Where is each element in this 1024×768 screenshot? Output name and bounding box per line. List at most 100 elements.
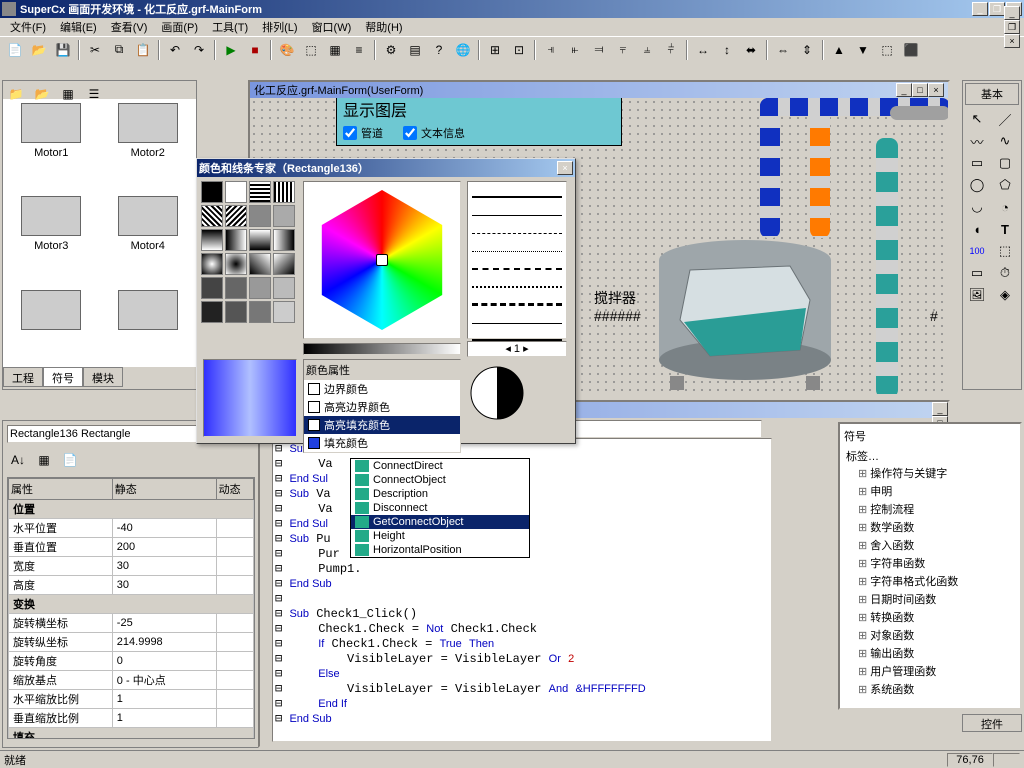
tb-align-left[interactable]: ⫣ — [540, 39, 562, 61]
intelli-item[interactable]: HorizontalPosition — [351, 543, 529, 557]
attr-hl-border-color[interactable]: 高亮边界颜色 — [304, 398, 460, 416]
intellisense-popup[interactable]: ConnectDirectConnectObjectDescriptionDis… — [350, 458, 530, 558]
pattern-swatch[interactable] — [249, 181, 271, 203]
pattern-swatch[interactable] — [273, 181, 295, 203]
pattern-swatch[interactable] — [225, 253, 247, 275]
pattern-swatch[interactable] — [225, 205, 247, 227]
tb-align-bot[interactable]: ⫩ — [660, 39, 682, 61]
tb-misc1[interactable]: ⬚ — [300, 39, 322, 61]
tool-polygon[interactable]: ⬠ — [993, 175, 1017, 195]
symbol-motor2[interactable]: Motor2 — [104, 103, 193, 188]
tool-pointer[interactable]: ↖ — [965, 109, 989, 129]
intelli-item[interactable]: GetConnectObject — [351, 515, 529, 529]
menu-window[interactable]: 窗口(W) — [306, 18, 358, 36]
cb-pipe[interactable]: 管道 — [343, 125, 383, 141]
pattern-swatch[interactable] — [273, 301, 295, 323]
tools-tab-basic[interactable]: 基本 — [965, 83, 1019, 105]
tool-pie[interactable]: ◔ — [993, 197, 1017, 217]
pattern-swatch[interactable] — [249, 229, 271, 251]
prop-page[interactable]: 📄 — [59, 449, 81, 471]
menu-view[interactable]: 查看(V) — [105, 18, 154, 36]
tool-button[interactable]: ▭ — [965, 263, 989, 283]
tb-cut[interactable]: ✂ — [84, 39, 106, 61]
pipe-teal-v[interactable] — [876, 138, 898, 394]
symbol-motor4[interactable]: Motor4 — [104, 196, 193, 281]
tool-text[interactable]: T — [993, 219, 1017, 239]
tool-rect[interactable]: ▭ — [965, 153, 989, 173]
pattern-swatch[interactable] — [249, 253, 271, 275]
lib-btn-4[interactable]: ☰ — [83, 83, 105, 105]
tree-node[interactable]: 舍入函数 — [844, 536, 1016, 554]
pattern-swatch[interactable] — [249, 205, 271, 227]
tree-node[interactable]: 操作符与关键字 — [844, 464, 1016, 482]
tb-copy[interactable]: ⧉ — [108, 39, 130, 61]
attr-border-color[interactable]: 边界颜色 — [304, 380, 460, 398]
restore-button[interactable]: ❐ — [989, 2, 1005, 16]
intelli-item[interactable]: Disconnect — [351, 501, 529, 515]
lib-btn-2[interactable]: 📂 — [31, 83, 53, 105]
pattern-swatch[interactable] — [225, 301, 247, 323]
symbol-motor1[interactable]: Motor1 — [7, 103, 96, 188]
tb-stop[interactable]: ■ — [244, 39, 266, 61]
pattern-swatch[interactable] — [249, 277, 271, 299]
tree-root[interactable]: 标签… — [844, 448, 1016, 464]
tree-node[interactable]: 字符串格式化函数 — [844, 572, 1016, 590]
tb-anim[interactable]: ⚙ — [380, 39, 402, 61]
tree-node[interactable]: 数学函数 — [844, 518, 1016, 536]
dialog-close[interactable]: × — [557, 161, 573, 175]
tb-same-w[interactable]: ↔ — [692, 39, 714, 61]
pattern-swatch[interactable] — [225, 229, 247, 251]
tb-color[interactable]: 🎨 — [276, 39, 298, 61]
tool-ole[interactable]: ◈ — [993, 285, 1017, 305]
tb-same-size[interactable]: ⬌ — [740, 39, 762, 61]
color-hexagon[interactable] — [303, 181, 461, 339]
pattern-swatch[interactable] — [273, 205, 295, 227]
tree-node[interactable]: 系统函数 — [844, 680, 1016, 698]
menu-help[interactable]: 帮助(H) — [359, 18, 408, 36]
lib-btn-1[interactable]: 📁 — [5, 83, 27, 105]
tb-undo[interactable]: ↶ — [164, 39, 186, 61]
tb-redo[interactable]: ↷ — [188, 39, 210, 61]
tb-new[interactable]: 📄 — [4, 39, 26, 61]
tb-align-mid[interactable]: ⫨ — [636, 39, 658, 61]
tb-vspace[interactable]: ⇕ — [796, 39, 818, 61]
tree-node[interactable]: 用户管理函数 — [844, 662, 1016, 680]
tree-node[interactable]: 转换函数 — [844, 608, 1016, 626]
mdi-close-button[interactable]: × — [1004, 34, 1020, 48]
tb-save[interactable]: 💾 — [52, 39, 74, 61]
prop-sort[interactable]: A↓ — [7, 449, 29, 471]
tool-roundrect[interactable]: ▢ — [993, 153, 1017, 173]
tab-symbol[interactable]: 符号 — [43, 367, 83, 387]
canvas-min[interactable]: _ — [896, 83, 912, 97]
pattern-swatch[interactable] — [201, 181, 223, 203]
pattern-swatch[interactable] — [201, 301, 223, 323]
tb-run[interactable]: ▶ — [220, 39, 242, 61]
controls-tab[interactable]: 控件 — [962, 714, 1022, 732]
tb-align-right[interactable]: ⫤ — [588, 39, 610, 61]
minimize-button[interactable]: _ — [972, 2, 988, 16]
mixer-tank[interactable] — [650, 230, 840, 370]
cat-position[interactable]: 位置 — [9, 500, 254, 519]
pattern-swatch[interactable] — [225, 277, 247, 299]
cb-text[interactable]: 文本信息 — [403, 125, 465, 141]
pattern-swatch[interactable] — [225, 181, 247, 203]
intelli-item[interactable]: ConnectObject — [351, 473, 529, 487]
symbol-6[interactable] — [104, 290, 193, 363]
tb-align-top[interactable]: ⫧ — [612, 39, 634, 61]
attr-fill-color[interactable]: 填充颜色 — [304, 434, 460, 452]
tool-ellipse[interactable]: ◯ — [965, 175, 989, 195]
intelli-item[interactable]: Description — [351, 487, 529, 501]
tb-misc2[interactable]: ▦ — [324, 39, 346, 61]
line-width-spinner[interactable]: ◂ 1 ▸ — [467, 341, 567, 357]
canvas-max[interactable]: □ — [912, 83, 928, 97]
tool-chord[interactable]: ◖ — [965, 219, 989, 239]
tool-var[interactable]: ⬚ — [993, 241, 1017, 261]
tool-polyline[interactable]: 〰 — [965, 131, 989, 151]
tb-same-h[interactable]: ↕ — [716, 39, 738, 61]
tree-node[interactable]: 对象函数 — [844, 626, 1016, 644]
code-min[interactable]: _ — [932, 402, 948, 416]
tb-hspace[interactable]: ⇔ — [772, 39, 794, 61]
grayscale-bar[interactable] — [303, 343, 461, 355]
symbol-tree-panel[interactable]: 符号 标签… 操作符与关键字申明控制流程数学函数舍入函数字符串函数字符串格式化函… — [838, 422, 1022, 710]
pipe-orange-v[interactable] — [810, 98, 830, 238]
